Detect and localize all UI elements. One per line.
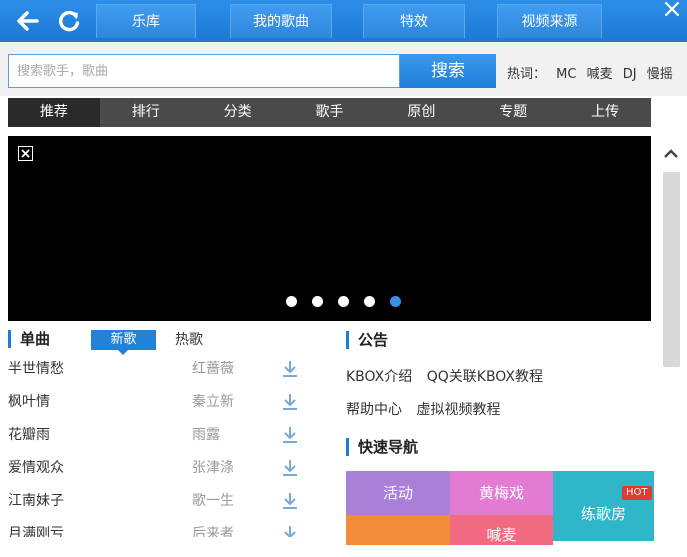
carousel-dot[interactable] xyxy=(390,296,401,307)
song-name[interactable]: 爱情观众 xyxy=(8,458,64,478)
banner-carousel[interactable] xyxy=(8,136,651,321)
quick-tile-activity[interactable]: 活动 xyxy=(346,471,450,515)
tab-pointer xyxy=(118,350,128,355)
quick-tile-huangmei-opera[interactable]: 黄梅戏 xyxy=(450,471,553,515)
tab-hot-songs[interactable]: 热歌 xyxy=(175,330,203,350)
song-row[interactable]: 枫叶情 秦立新 xyxy=(8,392,308,425)
carousel-dot[interactable] xyxy=(364,296,375,307)
download-icon[interactable] xyxy=(280,392,300,412)
song-name[interactable]: 半世情愁 xyxy=(8,359,64,379)
search-button[interactable]: 搜索 xyxy=(400,54,496,88)
song-artist: 红蔷薇 xyxy=(192,361,234,377)
hot-word-manyao[interactable]: 慢摇 xyxy=(647,67,673,82)
notice-links: 帮助中心 虚拟视频教程 xyxy=(346,400,510,420)
search-input[interactable] xyxy=(8,54,400,88)
scroll-up-icon[interactable] xyxy=(662,145,680,163)
category-singer[interactable]: 歌手 xyxy=(284,98,376,127)
tab-effects[interactable]: 特效 xyxy=(363,4,465,38)
category-topic[interactable]: 专题 xyxy=(467,98,559,127)
quick-tile-hanmai[interactable]: 喊麦 xyxy=(450,515,553,545)
tab-library[interactable]: 乐库 xyxy=(96,4,196,38)
link-kbox-intro[interactable]: KBOX介绍 xyxy=(346,369,412,385)
hot-words-label: 热词： xyxy=(507,67,547,82)
link-qq-kbox-tutorial[interactable]: QQ关联KBOX教程 xyxy=(427,369,543,385)
category-classify[interactable]: 分类 xyxy=(192,98,284,127)
song-row[interactable]: 爱情观众 张津涤 xyxy=(8,458,308,491)
hot-word-hanmai[interactable]: 喊麦 xyxy=(587,67,613,82)
close-icon[interactable] xyxy=(660,0,684,22)
category-upload[interactable]: 上传 xyxy=(559,98,651,127)
hot-word-mc[interactable]: MC xyxy=(556,67,576,82)
hot-word-dj[interactable]: DJ xyxy=(623,67,637,82)
back-arrow-icon[interactable] xyxy=(12,6,42,36)
download-icon[interactable] xyxy=(280,425,300,445)
tab-new-songs[interactable]: 新歌 xyxy=(91,330,156,350)
category-original[interactable]: 原创 xyxy=(375,98,467,127)
carousel-dot[interactable] xyxy=(338,296,349,307)
hot-badge: HOT xyxy=(622,486,652,500)
tab-my-songs[interactable]: 我的歌曲 xyxy=(230,4,332,38)
notice-title: 公告 xyxy=(346,331,388,349)
quick-tile-practice-room[interactable]: 练歌房 xyxy=(553,471,654,541)
scrollbar-thumb[interactable] xyxy=(663,172,680,367)
singles-title: 单曲 xyxy=(8,330,50,348)
song-name[interactable]: 月满刚亏 xyxy=(8,524,64,537)
search-row: 搜索 热词： MC 喊麦 DJ 慢摇 xyxy=(0,42,687,96)
song-name[interactable]: 枫叶情 xyxy=(8,392,50,412)
top-bar: 乐库 我的歌曲 特效 视频来源 xyxy=(0,0,687,42)
song-name[interactable]: 花瓣雨 xyxy=(8,425,50,445)
category-ranking[interactable]: 排行 xyxy=(100,98,192,127)
tab-video-source[interactable]: 视频来源 xyxy=(497,4,602,38)
link-virtual-video-tutorial[interactable]: 虚拟视频教程 xyxy=(416,402,500,418)
download-icon[interactable] xyxy=(280,359,300,379)
song-artist: 后来者 xyxy=(192,526,234,537)
song-artist: 歌一生 xyxy=(192,493,234,509)
song-row[interactable]: 月满刚亏 后来者 xyxy=(8,524,308,537)
song-artist: 秦立新 xyxy=(192,394,234,410)
category-recommend[interactable]: 推荐 xyxy=(8,98,100,127)
quick-tile-orange[interactable] xyxy=(346,515,450,545)
song-artist: 雨露 xyxy=(192,427,220,443)
link-help-center[interactable]: 帮助中心 xyxy=(346,402,402,418)
banner-close-icon[interactable] xyxy=(18,146,33,161)
download-icon[interactable] xyxy=(280,458,300,478)
song-row[interactable]: 花瓣雨 雨露 xyxy=(8,425,308,458)
hot-words: 热词： MC 喊麦 DJ 慢摇 xyxy=(507,63,679,82)
refresh-icon[interactable] xyxy=(54,6,84,36)
notice-links: KBOX介绍 QQ关联KBOX教程 xyxy=(346,367,553,387)
download-icon[interactable] xyxy=(280,491,300,511)
download-icon[interactable] xyxy=(280,524,300,537)
carousel-dot[interactable] xyxy=(312,296,323,307)
quick-nav-title: 快速导航 xyxy=(346,438,418,456)
category-tabs: 推荐 排行 分类 歌手 原创 专题 上传 xyxy=(8,98,651,127)
song-artist: 张津涤 xyxy=(192,460,234,476)
carousel-dot[interactable] xyxy=(286,296,297,307)
song-name[interactable]: 江南妹子 xyxy=(8,491,64,511)
song-row[interactable]: 半世情愁 红蔷薇 xyxy=(8,359,308,392)
song-row[interactable]: 江南妹子 歌一生 xyxy=(8,491,308,524)
